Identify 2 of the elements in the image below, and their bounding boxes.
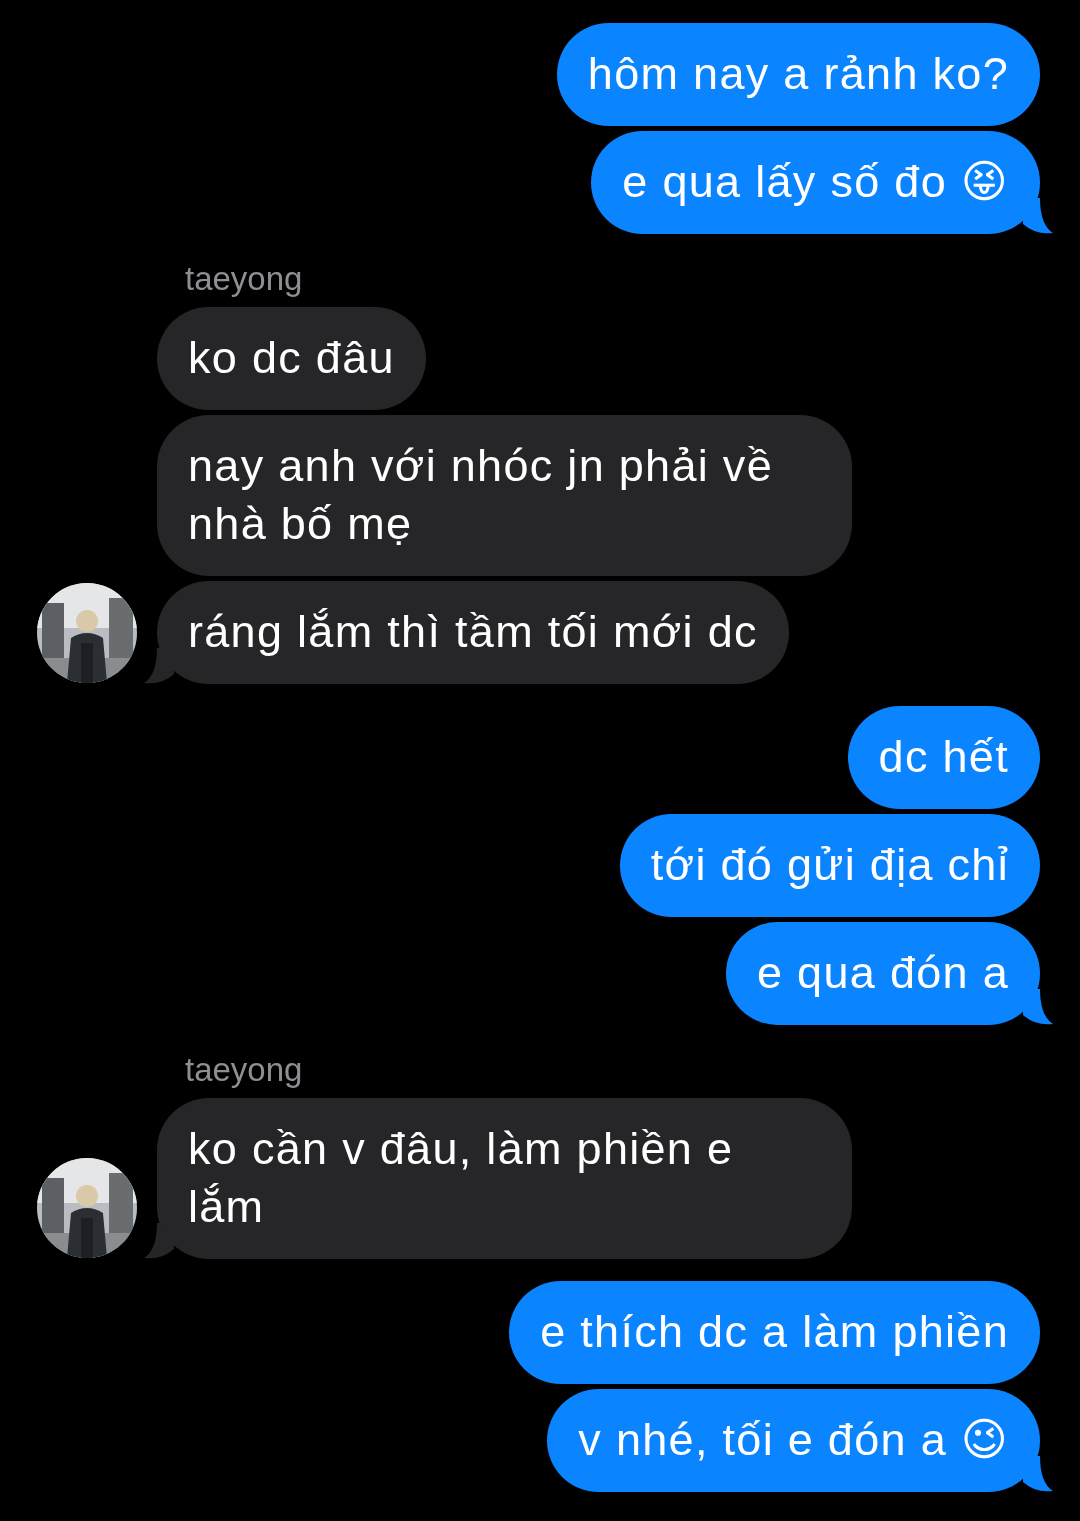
sender-name: taeyong xyxy=(184,1050,303,1090)
sender-name: taeyong xyxy=(184,259,303,299)
